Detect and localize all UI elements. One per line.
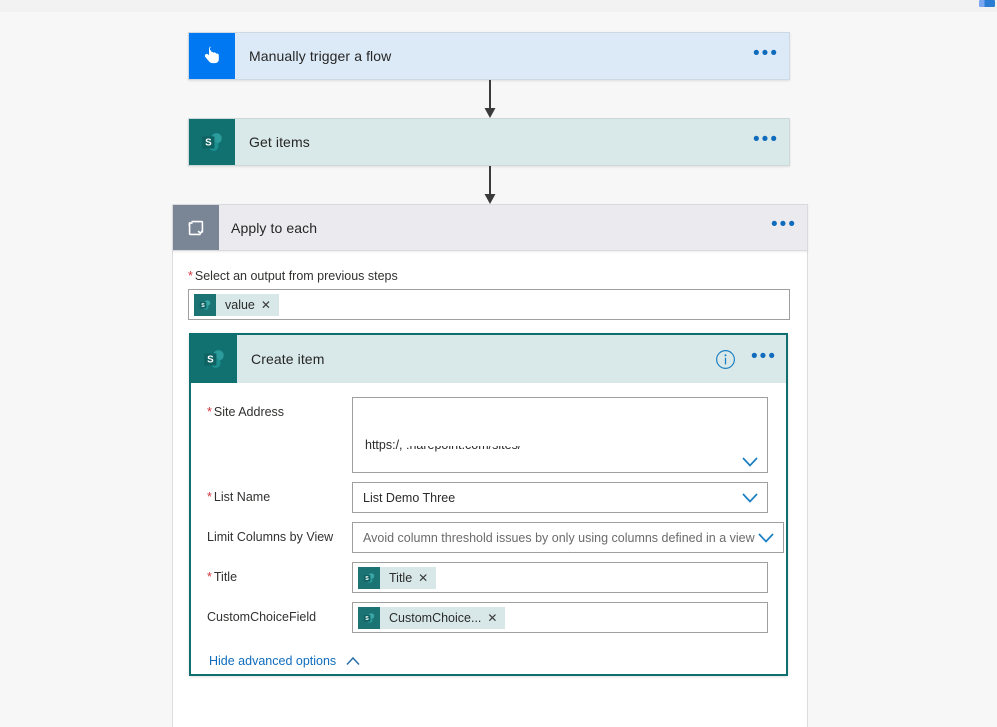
top-strip [0, 0, 997, 12]
customchoicefield-input[interactable]: S CustomChoice... ✕ [352, 602, 768, 633]
customchoicefield-label: CustomChoiceField [207, 602, 352, 626]
title-field-input[interactable]: S Title ✕ [352, 562, 768, 593]
site-address-label: * Site Address [207, 397, 352, 421]
svg-text:S: S [207, 355, 214, 366]
form-row-customchoicefield: CustomChoiceField S CustomChoice... ✕ [191, 602, 786, 633]
connector-arrow-1 [484, 80, 496, 118]
create-item-form: *Site Address : - https:/, :harepoint.co… [191, 383, 786, 668]
action-card-get-items[interactable]: S Get items ••• [188, 118, 790, 166]
site-address-label-text: Site Address [213, 405, 285, 419]
get-items-card-menu-button[interactable]: ••• [743, 119, 789, 165]
trigger-card-title: Manually trigger a flow [249, 48, 392, 64]
sharepoint-icon: S [194, 293, 216, 316]
sharepoint-icon: S [358, 566, 380, 589]
sharepoint-icon: S [191, 335, 237, 383]
token-label: value [225, 297, 255, 312]
get-items-card-title: Get items [249, 134, 310, 150]
redaction-block [403, 428, 528, 446]
create-item-title: Create item [251, 351, 325, 367]
create-item-menu-button[interactable]: ••• [742, 335, 786, 383]
required-marker: * [188, 269, 193, 283]
chevron-down-icon[interactable] [755, 532, 777, 544]
list-name-value: List Demo Three [363, 490, 456, 505]
manual-trigger-tap-icon [189, 33, 235, 79]
form-row-list-name: * List Name List Demo Three [191, 482, 786, 513]
apply-to-each-form: * Select an output from previous steps S … [172, 251, 808, 320]
info-icon[interactable] [708, 335, 742, 383]
required-marker: * [207, 570, 212, 584]
svg-text:S: S [201, 302, 205, 308]
trigger-card-menu-button[interactable]: ••• [743, 33, 789, 79]
token-remove-button[interactable]: ✕ [261, 298, 279, 312]
limit-columns-label: Limit Columns by View [207, 522, 352, 546]
sharepoint-icon: S [358, 606, 380, 629]
flow-designer-canvas: Manually trigger a flow ••• S Get items … [0, 0, 997, 727]
create-item-header[interactable]: S Create item ••• [191, 335, 786, 383]
trigger-card-manually-trigger-a-flow[interactable]: Manually trigger a flow ••• [188, 32, 790, 80]
hide-advanced-options-link[interactable]: Hide advanced options [209, 654, 336, 668]
select-output-input[interactable]: S value ✕ [188, 289, 790, 320]
connector-arrow-2 [484, 166, 496, 204]
advanced-options-row: Hide advanced options [191, 642, 786, 668]
svg-text:S: S [365, 575, 369, 581]
sharepoint-icon: S [189, 119, 235, 165]
title-field-label-text: Title [213, 570, 238, 584]
token-label: CustomChoice... [389, 610, 482, 625]
token-label: Title [389, 570, 413, 585]
form-row-title: * Title S Title ✕ [191, 562, 786, 593]
limit-columns-combobox[interactable]: Avoid column threshold issues by only us… [352, 522, 784, 553]
list-name-combobox[interactable]: List Demo Three [352, 482, 768, 513]
chevron-down-icon[interactable] [741, 456, 759, 468]
title-field-label: * Title [207, 562, 352, 586]
dynamic-content-token-customchoicefield[interactable]: S CustomChoice... ✕ [358, 606, 506, 629]
scope-card-apply-to-each[interactable]: Apply to each ••• [172, 204, 808, 251]
token-remove-button[interactable]: ✕ [418, 571, 436, 585]
limit-columns-placeholder: Avoid column threshold issues by only us… [363, 530, 755, 545]
chevron-up-icon[interactable] [345, 656, 361, 667]
list-name-label-text: List Name [213, 490, 271, 504]
select-output-label-text: Select an output from previous steps [194, 269, 398, 283]
required-marker: * [207, 405, 212, 419]
select-output-label: * Select an output from previous steps [188, 269, 792, 283]
customchoicefield-label-text: CustomChoiceField [207, 610, 317, 624]
svg-text:S: S [205, 138, 212, 149]
required-marker: * [207, 490, 212, 504]
form-row-site-address: *Site Address : - https:/, :harepoint.co… [191, 397, 786, 473]
site-address-combobox[interactable]: : - https:/, :harepoint.com/sites/ [352, 397, 768, 473]
dynamic-content-token-title[interactable]: S Title ✕ [358, 566, 437, 589]
redaction-block [353, 404, 417, 420]
token-remove-button[interactable]: ✕ [487, 611, 505, 625]
dynamic-content-token-value[interactable]: S value ✕ [194, 293, 279, 316]
top-right-artifact [979, 0, 995, 7]
form-row-limit-columns-by-view: Limit Columns by View Avoid column thres… [191, 522, 786, 553]
chevron-down-icon[interactable] [739, 492, 761, 504]
loop-repeat-icon [173, 205, 219, 250]
limit-columns-label-text: Limit Columns by View [207, 530, 334, 544]
apply-to-each-menu-button[interactable]: ••• [761, 205, 807, 250]
redaction-block [457, 404, 727, 420]
svg-text:S: S [365, 615, 369, 621]
action-card-create-item[interactable]: S Create item ••• * Site Address https:/… [189, 333, 788, 676]
list-name-label: * List Name [207, 482, 352, 506]
apply-to-each-title: Apply to each [231, 219, 318, 236]
